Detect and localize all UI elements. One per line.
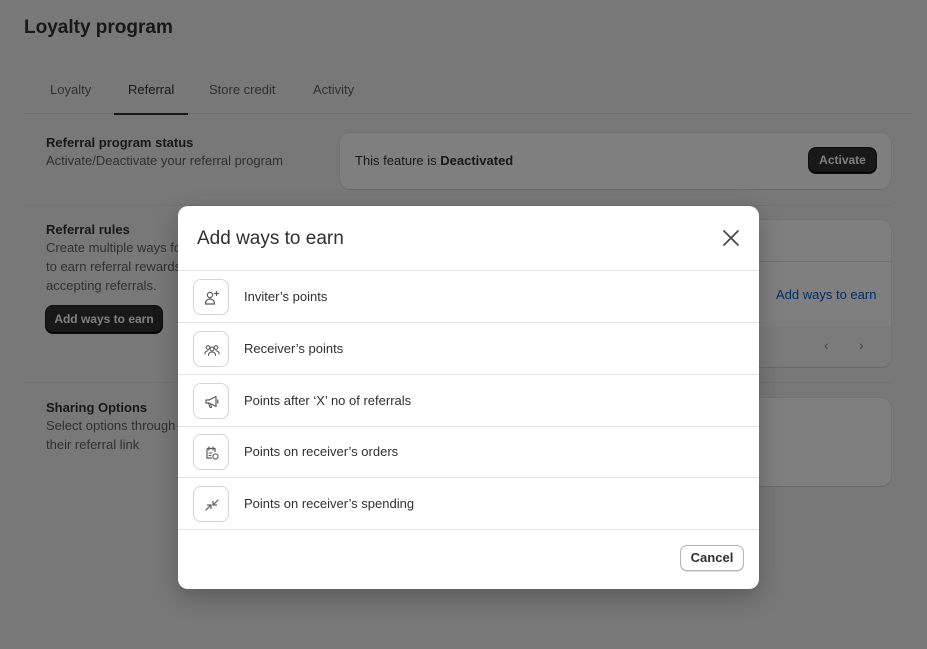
arrows-icon bbox=[193, 486, 229, 522]
megaphone-icon bbox=[193, 383, 229, 419]
people-icon bbox=[193, 331, 229, 367]
modal-header: Add ways to earn bbox=[178, 206, 759, 271]
option-label: Points on receiver’s spending bbox=[244, 496, 415, 511]
close-icon bbox=[723, 230, 739, 246]
option-points-on-receivers-orders[interactable]: Points on receiver’s orders bbox=[178, 426, 759, 478]
close-button[interactable] bbox=[719, 226, 743, 250]
option-receivers-points[interactable]: Receiver’s points bbox=[178, 323, 759, 375]
modal-title: Add ways to earn bbox=[197, 228, 344, 249]
modal-footer: Cancel bbox=[178, 530, 759, 589]
option-label: Points after ‘X’ no of referrals bbox=[244, 393, 412, 408]
person-add-icon bbox=[193, 279, 229, 315]
option-label: Receiver’s points bbox=[244, 341, 344, 356]
option-points-on-receivers-spending[interactable]: Points on receiver’s spending bbox=[178, 478, 759, 530]
order-icon bbox=[193, 434, 229, 470]
option-label: Points on receiver’s orders bbox=[244, 444, 399, 459]
cancel-button[interactable]: Cancel bbox=[680, 545, 744, 571]
option-inviters-points[interactable]: Inviter’s points bbox=[178, 271, 759, 323]
option-points-after-x-referrals[interactable]: Points after ‘X’ no of referrals bbox=[178, 375, 759, 427]
add-ways-to-earn-modal: Add ways to earn Inviter’s points Receiv… bbox=[178, 206, 759, 589]
option-label: Inviter’s points bbox=[244, 289, 328, 304]
